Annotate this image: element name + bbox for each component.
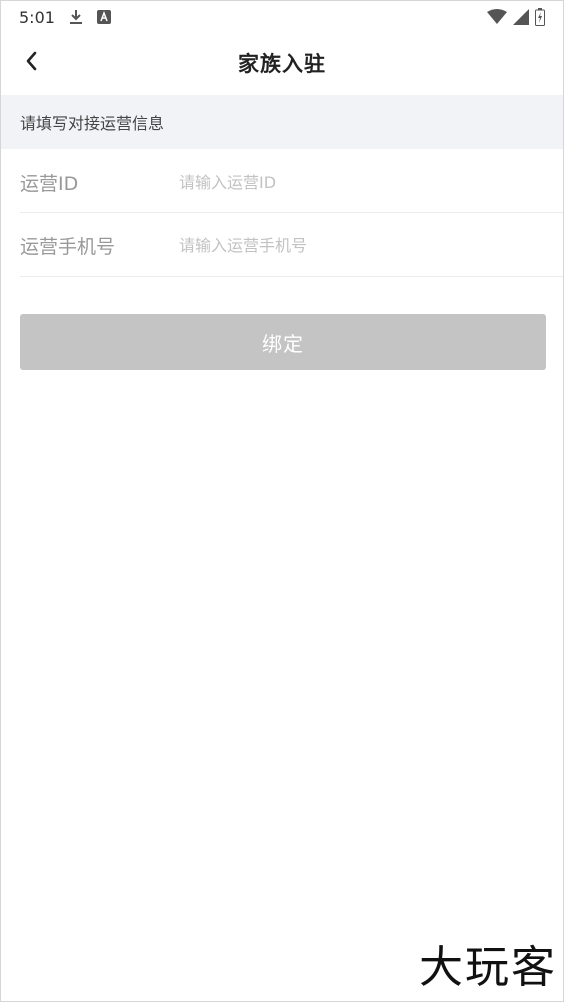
section-header-label: 请填写对接运营信息 (20, 114, 165, 133)
download-icon (69, 9, 83, 25)
page-title: 家族入驻 (238, 52, 326, 76)
wifi-icon (487, 9, 507, 25)
section-header: 请填写对接运营信息 (1, 95, 563, 149)
status-right (487, 8, 545, 26)
status-time: 5:01 (19, 7, 55, 27)
chevron-left-icon (24, 50, 38, 76)
operator-id-row: 运营ID (1, 151, 563, 213)
operator-id-input[interactable] (179, 164, 539, 200)
operator-id-label: 运营ID (20, 172, 79, 195)
back-button[interactable] (11, 43, 51, 83)
operator-phone-label: 运营手机号 (20, 235, 116, 258)
operator-phone-row: 运营手机号 (1, 214, 563, 276)
battery-icon (535, 8, 545, 26)
signal-icon (513, 9, 529, 25)
nav-bar: 家族入驻 (1, 33, 563, 93)
bind-button[interactable]: 绑定 (20, 314, 546, 370)
operator-phone-input[interactable] (179, 227, 539, 263)
divider (20, 212, 563, 213)
a-badge-icon (96, 10, 111, 24)
watermark-logo: 大玩客 (419, 942, 557, 993)
status-bar: 5:01 (1, 1, 563, 33)
divider (20, 276, 563, 277)
status-left: 5:01 (19, 8, 111, 27)
